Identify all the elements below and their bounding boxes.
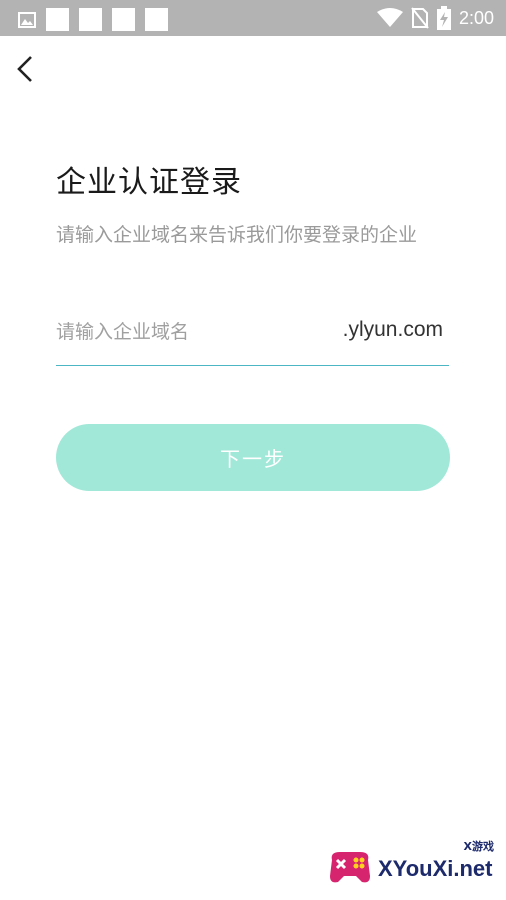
domain-suffix: .ylyun.com [342, 318, 443, 341]
watermark-small-text: X游戏 [463, 840, 494, 853]
login-screen: 2:00 企业认证登录 请输入企业域名来告诉我们你要登录的企业 .ylyun.c… [0, 0, 506, 900]
watermark-text: XYouXi.net [378, 856, 493, 881]
page-subtitle: 请输入企业域名来告诉我们你要登录的企业 [56, 224, 418, 246]
status-system: 2:00 [376, 6, 494, 30]
status-bar: 2:00 [0, 0, 506, 36]
wifi-icon [376, 8, 403, 27]
back-button[interactable] [10, 52, 40, 86]
status-notifications [18, 8, 168, 31]
page-title: 企业认证登录 [56, 165, 242, 200]
battery-charging-icon [436, 6, 451, 30]
notification-square-icon [46, 8, 69, 31]
image-icon [18, 11, 36, 28]
notification-square-icon [79, 8, 102, 31]
domain-field: .ylyun.com [56, 308, 449, 366]
notification-square-icon [112, 8, 135, 31]
chevron-left-icon [17, 56, 32, 82]
notification-square-icon [145, 8, 168, 31]
watermark: X游戏 XYouXi.net [328, 838, 498, 892]
no-sim-icon [411, 7, 429, 29]
next-button[interactable]: 下一步 [56, 424, 450, 491]
status-time: 2:00 [458, 8, 494, 28]
domain-input[interactable] [56, 314, 326, 350]
gamepad-logo-icon [330, 852, 370, 883]
